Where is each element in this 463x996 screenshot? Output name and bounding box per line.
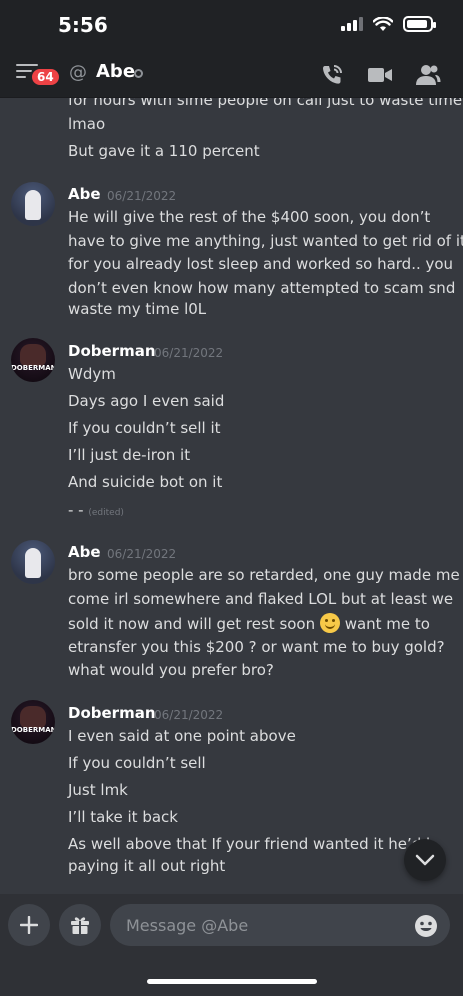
voice-call-button[interactable]	[319, 63, 345, 87]
avatar[interactable]: DOBERMAN	[11, 338, 55, 382]
scroll-to-bottom-button[interactable]	[404, 839, 446, 881]
slight-smile-emoji-icon	[319, 613, 340, 633]
message-timestamp: 06/21/2022	[107, 189, 177, 203]
message-text: As well above that If your friend wanted…	[68, 835, 436, 853]
message-text: But gave it a 110 percent	[68, 142, 260, 160]
message-composer	[0, 894, 463, 996]
gift-icon	[71, 917, 89, 934]
video-camera-icon	[368, 68, 392, 82]
message-text: I’ll take it back	[68, 808, 178, 826]
message-text-segment: sold it now and will get rest soon	[68, 615, 316, 633]
edited-message: - - (edited)	[68, 500, 124, 523]
battery-icon	[403, 16, 436, 32]
avatar[interactable]	[11, 182, 55, 226]
message-author[interactable]: Abe	[68, 543, 101, 561]
edited-label: (edited)	[88, 508, 124, 518]
dm-title[interactable]: Abe	[96, 61, 135, 82]
message-text: He will give the rest of the $400 soon, …	[68, 208, 431, 226]
home-indicator	[147, 979, 317, 984]
plus-icon	[20, 916, 38, 934]
status-time: 5:56	[58, 13, 108, 37]
message-text: waste my time l0L	[68, 300, 207, 318]
message-author[interactable]: Abe	[68, 185, 101, 203]
avatar-text: DOBERMAN	[11, 726, 55, 734]
avatar[interactable]	[11, 540, 55, 584]
chevron-down-icon	[415, 854, 435, 866]
message-text: don’t even know how many attempted to sc…	[68, 279, 456, 297]
message-text: Just lmk	[68, 781, 128, 799]
smiley-icon	[415, 915, 437, 937]
emoji-button[interactable]	[414, 914, 438, 938]
member-list-button[interactable]	[415, 63, 441, 87]
message-text: have to give me anything, just wanted to…	[68, 232, 463, 250]
message-text: I’ll just de-iron it	[68, 446, 191, 464]
message-text: etransfer you this $200 ? or want me to …	[68, 638, 445, 656]
message-text: for you already lost sleep and worked so…	[68, 255, 454, 273]
message-text: sold it now and will get rest soon want …	[68, 613, 430, 634]
attach-button[interactable]	[8, 904, 50, 946]
message-author[interactable]: Doberman	[68, 704, 156, 722]
message-text: Days ago I even said	[68, 392, 225, 410]
message-text: for hours with sime people on call just …	[68, 98, 463, 109]
phone-icon	[323, 65, 342, 84]
message-list[interactable]: for hours with sime people on call just …	[0, 98, 463, 894]
message-text: what would you prefer bro?	[68, 661, 274, 679]
message-text: bro some people are so retarded, one guy…	[68, 566, 460, 584]
video-call-button[interactable]	[367, 63, 393, 87]
message-text: - -	[68, 501, 84, 519]
message-text: Wdym	[68, 365, 116, 383]
gift-button[interactable]	[59, 904, 101, 946]
channel-header: 64 @ Abe	[0, 52, 463, 98]
message-text: lmao	[68, 115, 106, 133]
message-timestamp: 06/21/2022	[107, 547, 177, 561]
message-text: If you couldn’t sell	[68, 754, 206, 772]
message-timestamp: 06/21/2022	[154, 346, 224, 360]
header-actions	[319, 63, 441, 87]
message-text: I even said at one point above	[68, 727, 296, 745]
offline-status-icon	[134, 69, 143, 78]
at-icon: @	[69, 62, 87, 83]
avatar-text: DOBERMAN	[11, 364, 55, 372]
message-timestamp: 06/21/2022	[154, 708, 224, 722]
message-text: come irl somewhere and flaked LOL but at…	[68, 590, 454, 608]
message-text: paying it all out right	[68, 857, 226, 875]
wifi-icon	[373, 16, 393, 31]
avatar[interactable]: DOBERMAN	[11, 700, 55, 744]
status-bar: 5:56	[0, 0, 463, 52]
status-icons	[341, 16, 436, 32]
cellular-signal-icon	[341, 17, 363, 31]
message-text: If you couldn’t sell it	[68, 419, 221, 437]
message-text-segment: want me to	[344, 615, 430, 633]
notification-badge: 64	[30, 67, 61, 87]
message-text: And suicide bot on it	[68, 473, 223, 491]
message-input[interactable]	[110, 904, 450, 946]
people-icon	[416, 65, 441, 85]
message-author[interactable]: Doberman	[68, 342, 156, 360]
